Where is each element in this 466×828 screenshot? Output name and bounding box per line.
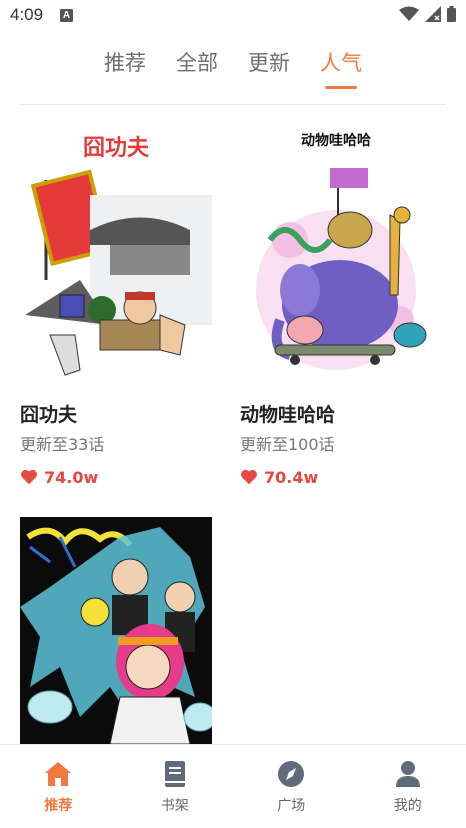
- home-icon: [45, 762, 72, 786]
- tab-all[interactable]: 全部: [176, 46, 218, 90]
- comic-title[interactable]: 动物哇哈哈: [240, 402, 432, 428]
- comic-card[interactable]: [20, 517, 212, 744]
- nav-item-recommend[interactable]: 推荐: [0, 745, 117, 828]
- comic-likes: 74.0w: [20, 466, 212, 488]
- cover-illustration: [20, 517, 212, 744]
- user-icon: [395, 761, 420, 787]
- status-bar: 4:09 A: [0, 0, 466, 32]
- nav-item-mine[interactable]: 我的: [350, 745, 466, 828]
- tab-recommend[interactable]: 推荐: [104, 46, 146, 90]
- book-icon: [164, 761, 185, 787]
- comic-card[interactable]: 囧功夫 囧功夫 更新至33话 74.0w: [20, 120, 212, 488]
- tab-popular[interactable]: 人气: [320, 46, 362, 90]
- category-tabs: 推荐 全部 更新 人气: [0, 46, 466, 90]
- heart-icon: [21, 469, 37, 485]
- wifi-icon: [399, 6, 419, 21]
- cover-illustration: [256, 168, 427, 370]
- likes-count: 70.4w: [264, 467, 319, 487]
- status-icons: [399, 6, 456, 22]
- signal-icon: [425, 6, 441, 22]
- nav-item-bookshelf[interactable]: 书架: [117, 745, 234, 828]
- heart-icon: [241, 469, 257, 485]
- nav-item-plaza[interactable]: 广场: [233, 745, 350, 828]
- notification-icon: A: [60, 9, 73, 22]
- nav-label: 我的: [393, 798, 422, 814]
- comic-cover[interactable]: 动物哇哈哈: [240, 120, 432, 388]
- tab-updated[interactable]: 更新: [248, 46, 290, 90]
- compass-icon: [278, 761, 305, 787]
- comic-card[interactable]: 动物哇哈哈 动物哇哈哈 更新至100话 70.4w: [240, 120, 432, 488]
- likes-count: 74.0w: [44, 467, 99, 487]
- tabs-divider: [20, 104, 446, 105]
- comic-update-status: 更新至33话: [20, 435, 105, 454]
- comic-likes: 70.4w: [240, 466, 432, 488]
- nav-label: 广场: [277, 798, 306, 814]
- bottom-nav: 推荐 书架 广场 我的: [0, 744, 466, 828]
- comic-cover[interactable]: [20, 517, 212, 744]
- nav-label: 书架: [160, 798, 189, 814]
- cover-illustration: [25, 169, 212, 376]
- nav-label: 推荐: [44, 798, 73, 814]
- status-time: 4:09: [10, 5, 44, 24]
- comic-update-status: 更新至100话: [240, 435, 335, 454]
- comic-cover[interactable]: 囧功夫: [20, 120, 212, 388]
- comic-title[interactable]: 囧功夫: [20, 402, 212, 428]
- battery-icon: [447, 6, 456, 22]
